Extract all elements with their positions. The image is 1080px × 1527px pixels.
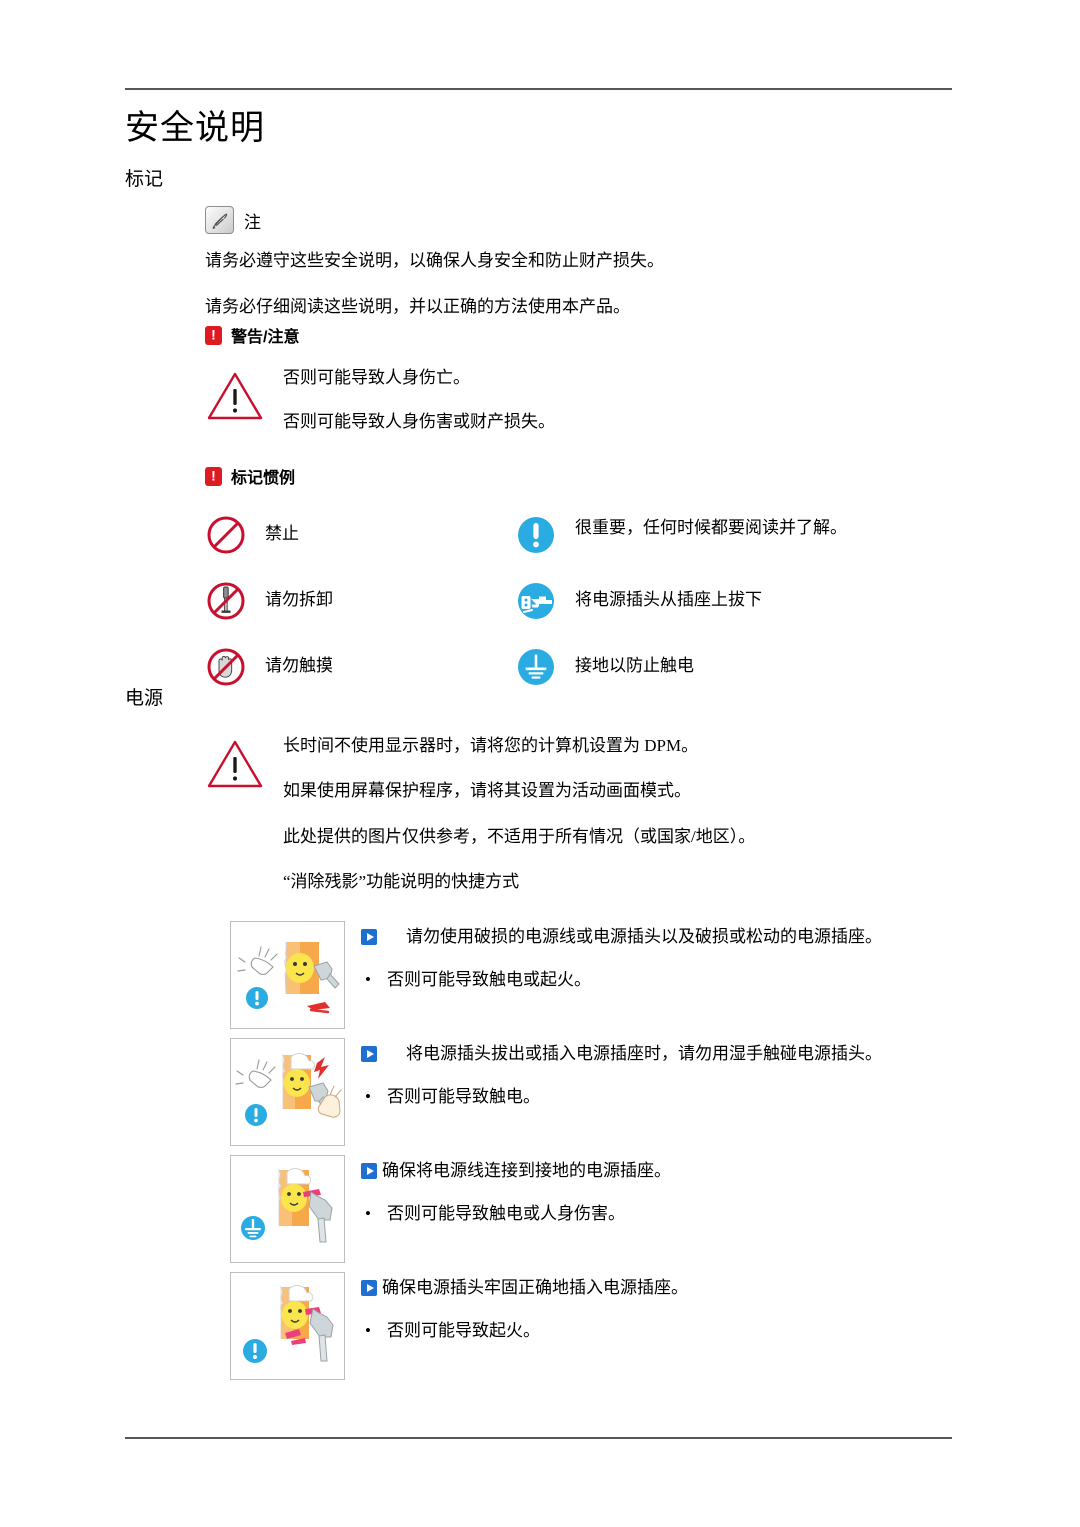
convention-label: 将电源插头从插座上拔下: [575, 590, 762, 610]
convention-item: 禁止: [205, 514, 515, 556]
marking-body: 注 请务必遵守这些安全说明，以确保人身安全和防止财产损失。 请务必仔细阅读这些说…: [205, 206, 965, 688]
damaged-plug-illustration: [230, 920, 345, 1029]
red-exclamation-icon: !: [205, 325, 222, 345]
convention-label: 接地以防止触电: [575, 656, 694, 676]
illustration-lead: 确保电源插头牢固正确地插入电源插座。: [361, 1275, 965, 1301]
note-paragraph-2: 请务必仔细阅读这些说明，并以正确的方法使用本产品。: [205, 296, 630, 316]
power-line-1: 长时间不使用显示器时，请将您的计算机设置为 DPM。: [283, 735, 699, 755]
page-content: 安全说明 标记 注 请务必遵守这些安全说明，以确保人身安全和防止财产损失。 请务…: [125, 109, 965, 1389]
warning-line-1: 否则可能导致人身伤亡。: [283, 368, 470, 388]
convention-label: 请勿拆卸: [265, 590, 333, 610]
warning-caution-block: 否则可能导致人身伤亡。 否则可能导致人身伤害或财产损失。: [205, 365, 965, 434]
illustration-lead-text: 确保电源插头牢固正确地插入电源插座。: [382, 1277, 688, 1297]
important-read-icon: [515, 514, 557, 556]
do-not-touch-icon: [205, 646, 247, 688]
warning-caution-header: ! 警告/注意: [205, 323, 965, 347]
illustration-bullet-text: 否则可能导致触电。: [387, 1087, 540, 1107]
warning-triangle-icon: [205, 737, 265, 796]
convention-item: 很重要，任何时候都要阅读并了解。: [515, 514, 965, 556]
illustration-text: 请勿使用破损的电源线或电源插头以及破损或松动的电源插座。 • 否则可能导致触电或…: [361, 921, 965, 993]
convention-grid: 禁止 很重要，任何时候都要阅读并了解。 请勿拆卸 将电源插头从插座上拔下 请勿触…: [205, 514, 965, 688]
page-title: 安全说明: [125, 109, 265, 147]
illustration-lead: 请勿使用破损的电源线或电源插头以及破损或松动的电源插座。: [361, 924, 965, 950]
wet-hand-plug-illustration: [230, 1037, 345, 1146]
illustration-lead-text: 确保将电源线连接到接地的电源插座。: [382, 1160, 671, 1180]
power-illustration-rows: 请勿使用破损的电源线或电源插头以及破损或松动的电源插座。 • 否则可能导致触电或…: [230, 920, 965, 1380]
power-line-2: 如果使用屏幕保护程序，请将其设置为活动画面模式。: [283, 781, 691, 801]
grounded-outlet-illustration: [230, 1154, 345, 1263]
bullet-marker: •: [365, 1204, 371, 1224]
prohibition-icon: [205, 514, 247, 556]
red-exclamation-icon: !: [205, 466, 222, 486]
section-heading-marking: 标记: [125, 169, 164, 191]
warning-caution-lines: 否则可能导致人身伤亡。 否则可能导致人身伤害或财产损失。: [283, 365, 555, 434]
convention-label: 禁止: [265, 524, 299, 544]
illustration-lead: 确保将电源线连接到接地的电源插座。: [361, 1158, 965, 1184]
convention-item: 将电源插头从插座上拔下: [515, 580, 965, 622]
power-line-3: 此处提供的图片仅供参考，不适用于所有情况（或国家/地区）。: [283, 826, 756, 846]
illustration-text: 确保将电源线连接到接地的电源插座。 • 否则可能导致触电或人身伤害。: [361, 1155, 965, 1227]
bullet-marker: •: [365, 970, 371, 990]
no-disassembly-icon: [205, 580, 247, 622]
illustration-text: 将电源插头拔出或插入电源插座时，请勿用湿手触碰电源插头。 • 否则可能导致触电。: [361, 1038, 965, 1110]
unplug-icon: [515, 580, 557, 622]
warning-line-2: 否则可能导致人身伤害或财产损失。: [283, 411, 555, 431]
power-warning-lines: 长时间不使用显示器时，请将您的计算机设置为 DPM。 如果使用屏幕保护程序，请将…: [283, 733, 755, 895]
illustration-row: 将电源插头拔出或插入电源插座时，请勿用湿手触碰电源插头。 • 否则可能导致触电。: [230, 1037, 965, 1146]
red-exclamation-glyph: !: [211, 467, 216, 484]
convention-label: 请勿触摸: [265, 656, 333, 676]
illustration-row: 请勿使用破损的电源线或电源插头以及破损或松动的电源插座。 • 否则可能导致触电或…: [230, 920, 965, 1029]
section-heading-power: 电源: [125, 688, 164, 710]
illustration-lead-text: 将电源插头拔出或插入电源插座时，请勿用湿手触碰电源插头。: [406, 1043, 882, 1063]
conventions-header: ! 标记惯例: [205, 464, 965, 488]
note-label: 注: [244, 212, 261, 232]
conventions-label: 标记惯例: [231, 470, 296, 488]
illustration-bullet-text: 否则可能导致触电或起火。: [387, 970, 591, 990]
note-paragraph-1: 请务必遵守这些安全说明，以确保人身安全和防止财产损失。: [205, 251, 664, 271]
blue-arrow-icon: [361, 1045, 377, 1062]
blue-arrow-icon: [361, 1279, 377, 1296]
blue-arrow-icon: [361, 928, 377, 945]
illustration-bullet: • 否则可能导致触电或人身伤害。: [361, 1201, 965, 1227]
blue-arrow-icon: [361, 1162, 377, 1179]
warning-triangle-icon: [205, 369, 265, 428]
document-page: 安全说明 标记 注 请务必遵守这些安全说明，以确保人身安全和防止财产损失。 请务…: [0, 0, 1080, 1527]
red-exclamation-glyph: !: [211, 326, 216, 343]
note-header: 注: [205, 206, 965, 235]
illustration-text: 确保电源插头牢固正确地插入电源插座。 • 否则可能导致起火。: [361, 1272, 965, 1344]
illustration-row: 确保将电源线连接到接地的电源插座。 • 否则可能导致触电或人身伤害。: [230, 1154, 965, 1263]
power-line-4: “消除残影”功能说明的快捷方式: [283, 872, 520, 892]
bullet-marker: •: [365, 1087, 371, 1107]
illustration-bullet: • 否则可能导致触电。: [361, 1084, 965, 1110]
power-warning-block: 长时间不使用显示器时，请将您的计算机设置为 DPM。 如果使用屏幕保护程序，请将…: [205, 733, 965, 895]
header-rule: [125, 88, 952, 90]
illustration-bullet: • 否则可能导致触电或起火。: [361, 967, 965, 993]
illustration-bullet-text: 否则可能导致起火。: [387, 1321, 540, 1341]
illustration-bullet-text: 否则可能导致触电或人身伤害。: [387, 1204, 625, 1224]
convention-item: 请勿触摸: [205, 646, 515, 688]
illustration-lead-text: 请勿使用破损的电源线或电源插头以及破损或松动的电源插座。: [406, 926, 882, 946]
illustration-lead: 将电源插头拔出或插入电源插座时，请勿用湿手触碰电源插头。: [361, 1041, 965, 1067]
bullet-marker: •: [365, 1321, 371, 1341]
note-hand-icon: [205, 206, 234, 235]
illustration-row: 确保电源插头牢固正确地插入电源插座。 • 否则可能导致起火。: [230, 1271, 965, 1380]
illustration-bullet: • 否则可能导致起火。: [361, 1318, 965, 1344]
ground-icon: [515, 646, 557, 688]
firm-plug-illustration: [230, 1271, 345, 1380]
convention-label: 很重要，任何时候都要阅读并了解。: [575, 518, 847, 538]
warning-caution-label: 警告/注意: [231, 329, 300, 347]
footer-rule: [125, 1437, 952, 1439]
convention-item: 请勿拆卸: [205, 580, 515, 622]
convention-item: 接地以防止触电: [515, 646, 965, 688]
